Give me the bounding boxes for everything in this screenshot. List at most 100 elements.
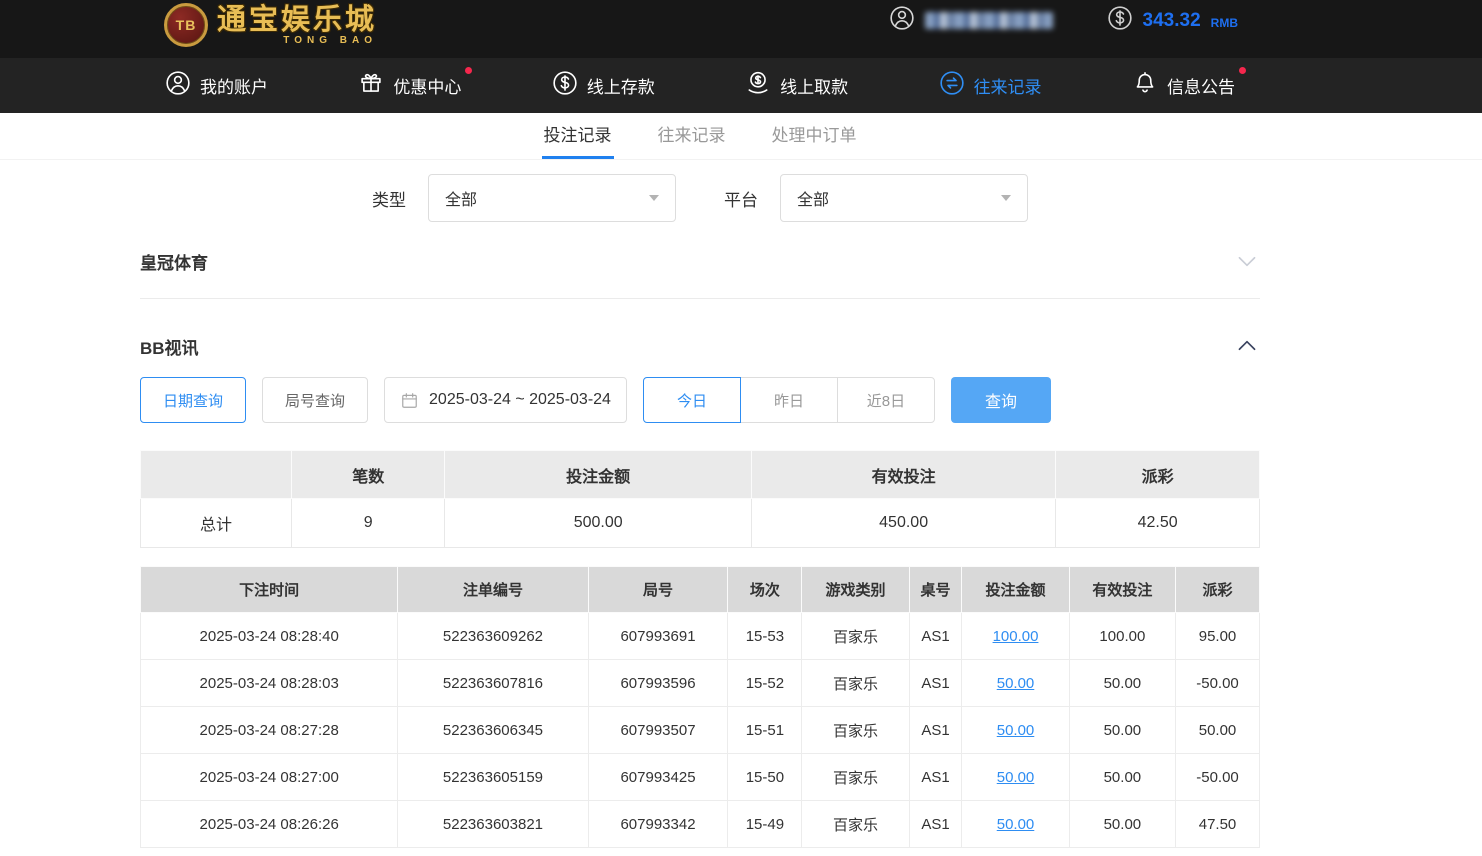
summary-payout: 42.50: [1056, 499, 1260, 548]
bet-time-cell: 2025-03-24 08:28:03: [141, 660, 398, 707]
yesterday-button[interactable]: 昨日: [740, 377, 838, 423]
main-content: 类型 全部 平台 全部 皇冠体育 BB视讯 日期查询 局号查询: [140, 174, 1260, 848]
query-controls: 日期查询 局号查询 2025-03-24 ~ 2025-03-24 今日 昨日 …: [140, 377, 1260, 423]
summary-valid-bet: 450.00: [751, 499, 1055, 548]
header-payout: 派彩: [1176, 567, 1260, 613]
type-select-value: 全部: [445, 186, 477, 210]
session-cell: 15-49: [728, 801, 802, 848]
summary-header-count: 笔数: [292, 451, 445, 499]
type-filter-label: 类型: [372, 186, 406, 211]
round-query-button[interactable]: 局号查询: [262, 377, 368, 423]
section-title: BB视讯: [140, 334, 199, 359]
bet-amount-cell: 50.00: [962, 754, 1069, 801]
summary-table: 笔数 投注金额 有效投注 派彩 总计 9 500.00 450.00 42.50: [140, 450, 1260, 548]
bet-amount-link[interactable]: 50.00: [997, 722, 1035, 739]
table-row: 2025-03-24 08:27:00 522363605159 6079934…: [141, 754, 1260, 801]
table-no-cell: AS1: [909, 613, 962, 660]
site-logo[interactable]: TB 通宝娱乐城 TONG BAO: [164, 3, 377, 47]
type-select[interactable]: 全部: [428, 174, 676, 222]
date-range-input[interactable]: 2025-03-24 ~ 2025-03-24: [384, 377, 627, 423]
header-game-type: 游戏类别: [802, 567, 909, 613]
today-button[interactable]: 今日: [643, 377, 741, 423]
header-table-no: 桌号: [909, 567, 962, 613]
search-button[interactable]: 查询: [951, 377, 1051, 423]
calendar-icon: [400, 391, 419, 410]
last-8-days-button[interactable]: 近8日: [837, 377, 935, 423]
bet-time-cell: 2025-03-24 08:27:00: [141, 754, 398, 801]
tab-processing-orders[interactable]: 处理中订单: [770, 113, 859, 159]
table-no-cell: AS1: [909, 754, 962, 801]
gift-icon: [358, 70, 384, 101]
quick-date-group: 今日 昨日 近8日: [643, 377, 935, 423]
header-valid-bet: 有效投注: [1069, 567, 1175, 613]
balance-amount: 343.32: [1143, 10, 1201, 32]
valid-bet-cell: 50.00: [1069, 801, 1175, 848]
tab-transaction-records[interactable]: 往来记录: [656, 113, 728, 159]
bet-amount-link[interactable]: 50.00: [997, 769, 1035, 786]
valid-bet-cell: 50.00: [1069, 754, 1175, 801]
session-cell: 15-53: [728, 613, 802, 660]
bet-id-cell: 522363607816: [398, 660, 588, 707]
chevron-up-icon[interactable]: [1234, 333, 1260, 359]
sub-tab-bar: 投注记录 往来记录 处理中订单: [0, 113, 1482, 160]
bet-id-cell: 522363605159: [398, 754, 588, 801]
header-bet-amount: 投注金额: [962, 567, 1069, 613]
platform-select[interactable]: 全部: [780, 174, 1028, 222]
nav-label: 优惠中心: [393, 73, 461, 98]
nav-item-announcements[interactable]: 信息公告: [1132, 70, 1235, 101]
bet-amount-cell: 50.00: [962, 707, 1069, 754]
nav-item-withdraw[interactable]: 线上取款: [745, 70, 848, 101]
section-bb-video: BB视讯: [140, 333, 1260, 359]
table-row: 2025-03-24 08:28:03 522363607816 6079935…: [141, 660, 1260, 707]
account-icon: [165, 70, 191, 101]
balance-currency: RMB: [1211, 16, 1238, 30]
bet-time-cell: 2025-03-24 08:26:26: [141, 801, 398, 848]
summary-header-bet-amount: 投注金额: [445, 451, 752, 499]
user-account[interactable]: [889, 5, 1053, 36]
valid-bet-cell: 100.00: [1069, 613, 1175, 660]
header-bet-time: 下注时间: [141, 567, 398, 613]
summary-count: 9: [292, 499, 445, 548]
main-nav: 我的账户 优惠中心 线上存款 线上取款 往来记录: [0, 58, 1482, 113]
nav-item-transaction-records[interactable]: 往来记录: [939, 70, 1042, 101]
dollar-coin-icon: [1107, 5, 1133, 36]
bet-amount-link[interactable]: 50.00: [997, 816, 1035, 833]
bet-amount-cell: 50.00: [962, 801, 1069, 848]
logo-title: 通宝娱乐城: [217, 3, 377, 37]
payout-cell: 95.00: [1176, 613, 1260, 660]
table-row: 2025-03-24 08:28:40 522363609262 6079936…: [141, 613, 1260, 660]
top-header: TB 通宝娱乐城 TONG BAO 343.32 RMB: [0, 0, 1482, 58]
summary-header-valid-bet: 有效投注: [751, 451, 1055, 499]
summary-header-empty: [141, 451, 292, 499]
nav-label: 线上存款: [587, 73, 655, 98]
caret-down-icon: [649, 195, 659, 201]
payout-cell: 50.00: [1176, 707, 1260, 754]
game-type-cell: 百家乐: [802, 660, 909, 707]
session-cell: 15-52: [728, 660, 802, 707]
round-id-cell: 607993425: [588, 754, 728, 801]
game-type-cell: 百家乐: [802, 707, 909, 754]
table-no-cell: AS1: [909, 801, 962, 848]
withdraw-coin-hand-icon: [745, 70, 771, 101]
tab-betting-records[interactable]: 投注记录: [542, 113, 614, 159]
nav-label: 往来记录: [974, 73, 1042, 98]
bet-id-cell: 522363606345: [398, 707, 588, 754]
date-query-button[interactable]: 日期查询: [140, 377, 246, 423]
valid-bet-cell: 50.00: [1069, 660, 1175, 707]
table-no-cell: AS1: [909, 707, 962, 754]
game-type-cell: 百家乐: [802, 754, 909, 801]
nav-item-deposit[interactable]: 线上存款: [552, 70, 655, 101]
chevron-down-icon[interactable]: [1234, 248, 1260, 274]
section-title: 皇冠体育: [140, 249, 208, 274]
nav-item-my-account[interactable]: 我的账户: [165, 70, 268, 101]
section-crown-sports: 皇冠体育: [140, 248, 1260, 299]
logo-coin-badge: TB: [164, 3, 208, 47]
balance[interactable]: 343.32 RMB: [1107, 5, 1238, 36]
bet-amount-link[interactable]: 100.00: [993, 628, 1039, 645]
nav-item-promotions[interactable]: 优惠中心: [358, 70, 461, 101]
bet-id-cell: 522363603821: [398, 801, 588, 848]
nav-label: 线上取款: [780, 73, 848, 98]
bet-amount-cell: 50.00: [962, 660, 1069, 707]
summary-total-row: 总计 9 500.00 450.00 42.50: [141, 499, 1260, 548]
bet-amount-link[interactable]: 50.00: [997, 675, 1035, 692]
